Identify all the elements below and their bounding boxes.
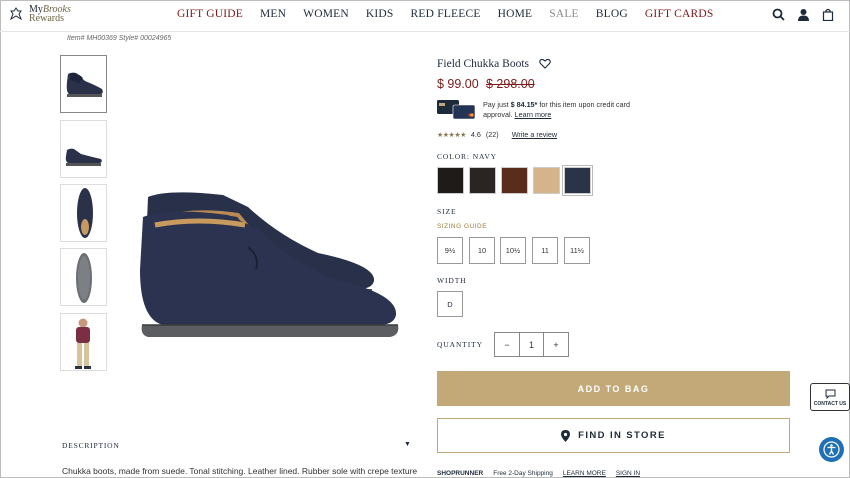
color-swatch-navy[interactable] — [564, 167, 591, 194]
color-swatch-tan[interactable] — [533, 167, 560, 194]
rating-value: 4.6 — [470, 130, 481, 139]
size-option-11-5[interactable]: 11½ — [564, 237, 590, 264]
location-pin-icon — [561, 429, 571, 442]
color-label-text: COLOR: — [437, 152, 470, 161]
nav-sale[interactable]: SALE — [549, 8, 579, 20]
item-style-number: Item# MH00369 Style# 00024965 — [67, 35, 172, 42]
account-icon[interactable] — [797, 8, 810, 21]
color-swatch-brown[interactable] — [501, 167, 528, 194]
fleece-logo-icon — [9, 7, 23, 21]
main-nav: GIFT GUIDE MEN WOMEN KIDS RED FLEECE HOM… — [177, 8, 713, 20]
original-price: $ 298.00 — [486, 77, 535, 91]
review-count[interactable]: (22) — [486, 130, 499, 139]
thumbnail-model-view[interactable] — [60, 313, 107, 371]
rating-stars-icon: ★★★★★ — [437, 131, 466, 139]
rating-row: ★★★★★ 4.6 (22) Write a review — [437, 130, 557, 139]
shoprunner-row: SHOPRUNNER Free 2-Day Shipping LEARN MOR… — [437, 470, 640, 477]
description-toggle-icon[interactable]: ▼ — [404, 440, 411, 448]
description-text: Chukka boots, made from suede. Tonal sti… — [62, 466, 418, 476]
quantity-minus-button[interactable]: − — [495, 333, 519, 356]
chat-bubble-icon — [825, 389, 835, 399]
quantity-input[interactable]: 1 — [519, 333, 544, 356]
quantity-label: QUANTITY — [437, 340, 483, 349]
shoprunner-learn-more[interactable]: LEARN MORE — [563, 470, 606, 477]
width-label: WIDTH — [437, 276, 467, 285]
size-label: SIZE — [437, 207, 457, 216]
credit-card-offer: Pay just $ 84.15* for this item upon cre… — [483, 100, 653, 120]
size-option-11[interactable]: 11 — [532, 237, 558, 264]
nav-home[interactable]: HOME — [498, 8, 533, 20]
color-swatch-black[interactable] — [437, 167, 464, 194]
nav-red-fleece[interactable]: RED FLEECE — [411, 8, 481, 20]
nav-blog[interactable]: BLOG — [596, 8, 628, 20]
description-heading[interactable]: DESCRIPTION — [62, 441, 120, 450]
shipping-text: Free 2-Day Shipping — [493, 470, 553, 477]
header-divider — [0, 31, 850, 32]
product-main-image[interactable] — [128, 185, 408, 355]
write-review-link[interactable]: Write a review — [512, 130, 557, 139]
accessibility-icon — [823, 441, 840, 458]
logo-text-rewards: Rewards — [29, 13, 64, 24]
my-brooks-rewards-logo[interactable]: MyBrooks Rewards — [9, 5, 71, 24]
size-option-10-5[interactable]: 10½ — [500, 237, 526, 264]
shoprunner-logo: SHOPRUNNER — [437, 470, 484, 477]
shopping-bag-icon[interactable] — [822, 8, 834, 21]
nav-gift-guide[interactable]: GIFT GUIDE — [177, 8, 243, 20]
thumbnail-top-view[interactable] — [60, 184, 107, 242]
credit-card-icon — [437, 100, 476, 120]
accessibility-button[interactable] — [819, 437, 844, 462]
add-to-bag-button[interactable]: ADD TO BAG — [437, 371, 790, 406]
quantity-plus-button[interactable]: + — [544, 333, 568, 356]
sizing-guide-link[interactable]: SIZING GUIDE — [437, 223, 487, 230]
color-label: COLOR: NAVY — [437, 152, 497, 161]
color-swatch-dark-brown[interactable] — [469, 167, 496, 194]
thumbnail-sole-view[interactable] — [60, 248, 107, 306]
cc-offer-text: Pay just — [483, 100, 511, 109]
cc-offer-amount: $ 84.15* — [510, 100, 538, 109]
find-in-store-button[interactable]: FIND IN STORE — [437, 418, 790, 453]
nav-men[interactable]: MEN — [260, 8, 286, 20]
quantity-stepper: − 1 + — [494, 332, 569, 357]
search-icon[interactable] — [772, 8, 785, 21]
shoprunner-sign-in[interactable]: SIGN IN — [616, 470, 640, 477]
thumbnail-side-view[interactable] — [60, 55, 107, 113]
contact-us-label: CONTACT US — [813, 401, 847, 407]
header-icons — [772, 8, 834, 21]
size-option-10[interactable]: 10 — [469, 237, 495, 264]
product-title: Field Chukka Boots — [437, 58, 530, 70]
thumbnail-side-view-2[interactable] — [60, 120, 107, 178]
color-selected-value: NAVY — [472, 152, 497, 161]
size-option-9-5[interactable]: 9½ — [437, 237, 463, 264]
contact-us-button[interactable]: CONTACT US — [810, 383, 850, 411]
sale-price: $ 99.00 — [437, 77, 479, 91]
nav-women[interactable]: WOMEN — [303, 8, 349, 20]
wishlist-heart-icon[interactable] — [539, 58, 551, 69]
nav-gift-cards[interactable]: GIFT CARDS — [645, 8, 714, 20]
nav-kids[interactable]: KIDS — [366, 8, 394, 20]
width-option-d[interactable]: D — [437, 291, 463, 317]
find-in-store-label: FIND IN STORE — [578, 430, 666, 441]
cc-learn-more-link[interactable]: Learn more — [515, 110, 552, 119]
